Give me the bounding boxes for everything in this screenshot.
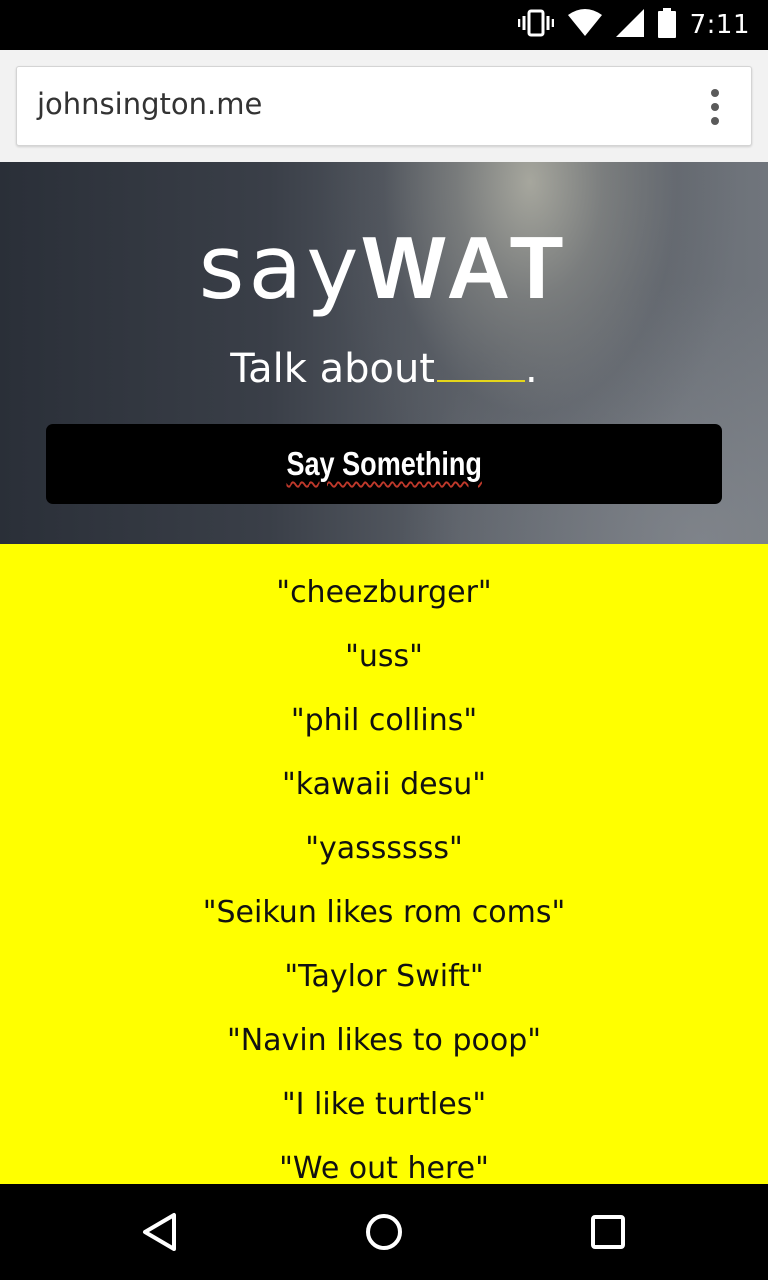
logo-wat: WAT [362,218,570,317]
status-icons: 7:11 [517,8,750,42]
tagline-blank [437,342,525,382]
tagline-prefix: Talk about [230,346,435,392]
say-something-button[interactable]: Say Something [46,424,722,504]
url-bar[interactable]: johnsington.me [16,66,752,146]
tagline: Talk about. [0,342,768,394]
system-nav-bar [0,1184,768,1280]
topic-item[interactable]: "kawaii desu" [0,763,768,827]
topic-item[interactable]: "yassssss" [0,827,768,891]
battery-icon [657,8,676,42]
say-something-label: Say Something [286,445,482,482]
status-time: 7:11 [689,10,750,40]
screen: 7:11 johnsington.me sayWAT Talk about. S… [0,0,768,1280]
site-logo: sayWAT [0,218,768,318]
topic-list: "cheezburger" "uss" "phil collins" "kawa… [0,571,768,1184]
topic-item[interactable]: "Seikun likes rom coms" [0,891,768,955]
home-icon[interactable] [360,1208,408,1256]
wifi-icon [567,9,602,41]
topic-item[interactable]: "Taylor Swift" [0,955,768,1019]
topic-item[interactable]: "We out here" [0,1147,768,1184]
vibrate-icon [517,8,554,42]
browser-toolbar: johnsington.me [0,50,768,162]
topic-item[interactable]: "cheezburger" [0,571,768,635]
url-text[interactable]: johnsington.me [37,87,262,121]
tagline-suffix: . [525,346,538,392]
back-icon[interactable] [136,1208,184,1256]
hero-section: sayWAT Talk about. Say Something [0,162,768,544]
topic-item[interactable]: "phil collins" [0,699,768,763]
topics-section: "cheezburger" "uss" "phil collins" "kawa… [0,544,768,1184]
topic-item[interactable]: "I like turtles" [0,1083,768,1147]
cell-signal-icon [615,9,644,41]
logo-say: say [198,216,363,319]
topic-item[interactable]: "uss" [0,635,768,699]
recents-icon[interactable] [584,1208,632,1256]
overflow-menu-icon[interactable] [703,89,727,125]
status-bar: 7:11 [0,0,768,50]
topic-item[interactable]: "Navin likes to poop" [0,1019,768,1083]
